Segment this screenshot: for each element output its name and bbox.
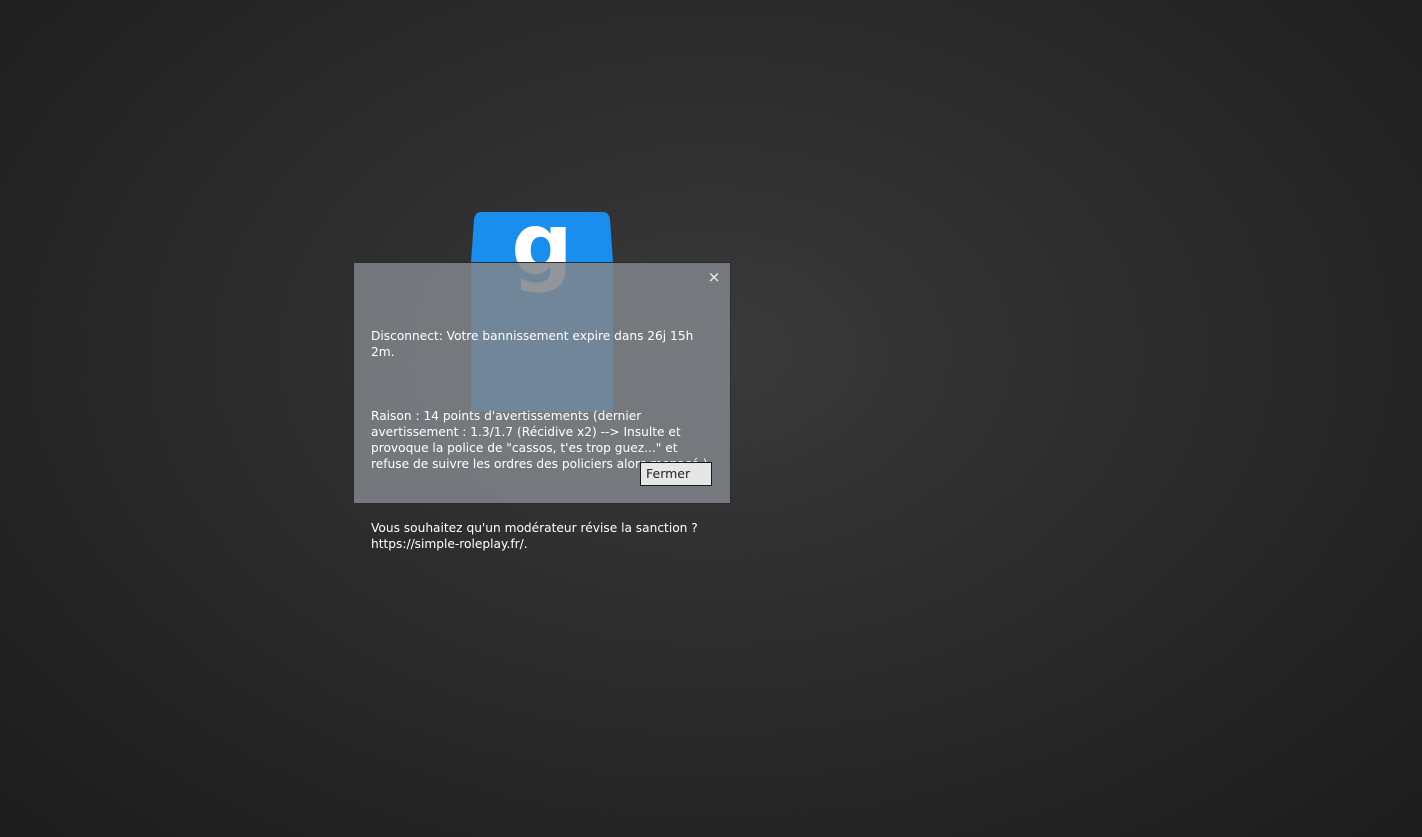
background: { "dialog": { "close_symbol": "×", "line… [0,0,1422,837]
close-icon[interactable]: × [707,269,721,285]
disconnect-dialog: × Disconnect: Votre bannissement expire … [353,262,731,551]
appeal-text: Vous souhaitez qu'un modérateur révise l… [371,521,702,551]
dialog-message: Disconnect: Votre bannissement expire da… [371,296,711,600]
disconnect-text: Disconnect: Votre bannissement expire da… [371,329,698,359]
fermer-button[interactable]: Fermer [640,462,712,486]
